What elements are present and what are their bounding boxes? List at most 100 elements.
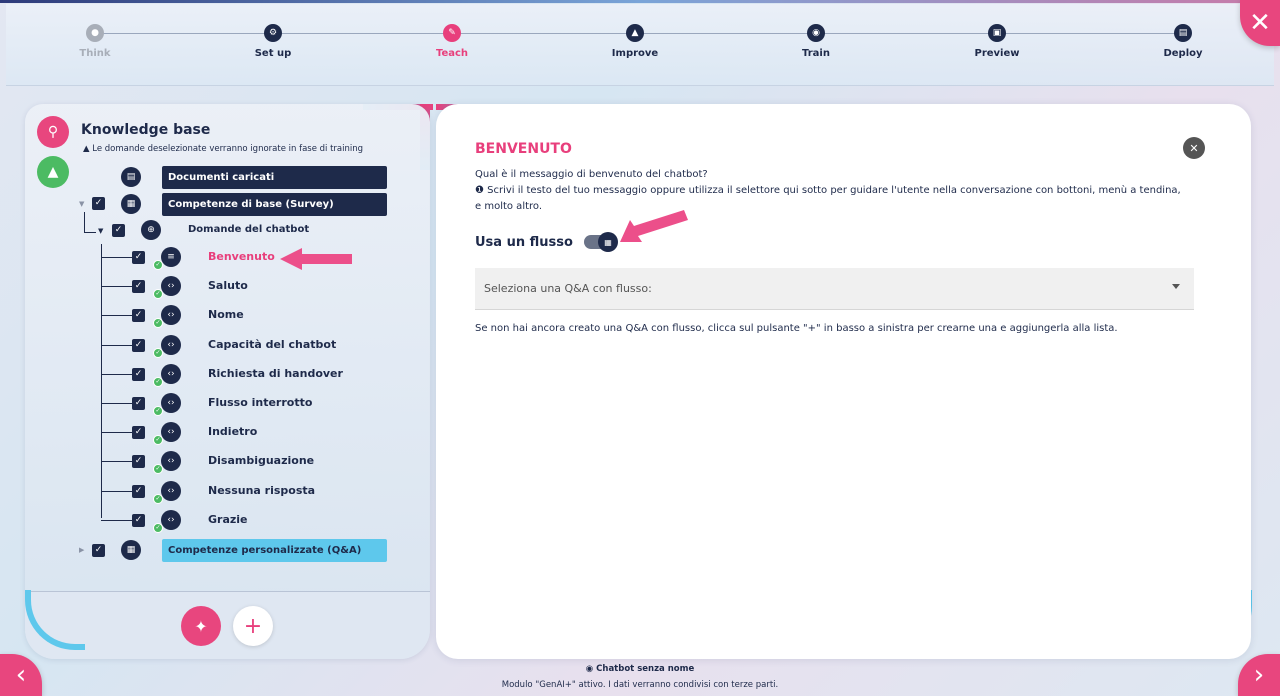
improve-icon: ▲ [626, 24, 644, 42]
check-badge-icon: ✓ [153, 377, 163, 387]
knowledge-base-title: Knowledge base [81, 122, 211, 138]
detail-panel: BENVENUTO ✕ Qual è il messaggio di benve… [436, 104, 1251, 659]
step-preview[interactable]: ▣ Preview [942, 24, 1052, 59]
code-icon: ‹› [161, 510, 181, 530]
question-item-label[interactable]: Disambiguazione [208, 454, 314, 467]
close-detail-button[interactable]: ✕ [1183, 137, 1205, 159]
flow-icon: ▦ [121, 540, 141, 560]
magic-wand-icon: ✦ [194, 616, 208, 636]
step-deploy[interactable]: ▤ Deploy [1128, 24, 1238, 59]
code-icon: ‹› [161, 393, 181, 413]
flow-icon: ▦ [121, 194, 141, 214]
tree-connector [84, 212, 85, 232]
check-badge-icon: ✓ [153, 318, 163, 328]
globe-icon: ◉ [585, 664, 594, 674]
check-badge-icon: ✓ [153, 260, 163, 270]
question-checkbox[interactable]: ✓ [132, 485, 145, 498]
magic-wand-button[interactable]: ✦ [181, 606, 221, 646]
question-checkbox[interactable]: ✓ [132, 426, 145, 439]
code-icon: ‹› [161, 422, 181, 442]
question-item-label[interactable]: Grazie [208, 513, 248, 526]
uploaded-documents-node[interactable]: Documenti caricati [162, 166, 387, 189]
close-icon: ✕ [1189, 141, 1199, 155]
question-checkbox[interactable]: ✓ [132, 368, 145, 381]
question-item-label[interactable]: Saluto [208, 279, 248, 292]
check-badge-icon: ✓ [153, 406, 163, 416]
tree-connector [101, 315, 133, 316]
step-think[interactable]: ● Think [40, 24, 150, 59]
expand-caret-icon[interactable]: ▼ [98, 227, 103, 235]
warning-icon: ▲ [83, 144, 90, 154]
annotation-arrow-icon [280, 248, 352, 270]
search-button[interactable]: ⚲ [37, 116, 69, 148]
question-item-label[interactable]: Nessuna risposta [208, 484, 315, 497]
detail-hint-cont: e molto altro. [475, 201, 543, 212]
tree-connector [101, 286, 133, 287]
tree-connector [101, 491, 133, 492]
question-checkbox[interactable]: ✓ [132, 397, 145, 410]
question-item-label[interactable]: Capacità del chatbot [208, 338, 336, 351]
code-icon: ‹› [161, 305, 181, 325]
chatbot-questions-checkbox[interactable]: ✓ [112, 224, 125, 237]
detail-info: Se non hai ancora creato una Q&A con flu… [475, 323, 1118, 334]
commit-icon: ⊕ [141, 220, 161, 240]
question-checkbox[interactable]: ✓ [132, 339, 145, 352]
detail-title: BENVENUTO [475, 141, 572, 157]
left-panel-actions: ✦ + [25, 591, 430, 659]
deploy-icon: ▤ [1174, 24, 1192, 42]
approve-button[interactable]: ▲ [37, 156, 69, 188]
collapse-caret-icon[interactable]: ▼ [79, 200, 84, 208]
code-icon: ‹› [161, 451, 181, 471]
code-icon: ‹› [161, 276, 181, 296]
base-skills-node[interactable]: Competenze di base (Survey) [162, 193, 387, 216]
step-train[interactable]: ◉ Train [761, 24, 871, 59]
footer-notice: Modulo "GenAI+" attivo. I dati verranno … [501, 680, 779, 690]
check-badge-icon: ✓ [153, 523, 163, 533]
stepper: ● Think ⚙ Set up ✎ Teach ▲ Improve ◉ Tra… [0, 0, 1280, 80]
tree-connector [101, 345, 133, 346]
chatbot-questions-node[interactable]: Domande del chatbot [188, 224, 309, 235]
close-icon: ✕ [1249, 8, 1271, 38]
question-checkbox[interactable]: ✓ [132, 251, 145, 264]
check-badge-icon: ✓ [153, 435, 163, 445]
info-icon: ❶ [475, 185, 484, 196]
knowledge-base-note: ▲ Le domande deselezionate verranno igno… [83, 144, 364, 154]
train-icon: ◉ [807, 24, 825, 42]
search-icon: ⚲ [47, 124, 59, 140]
question-item-label[interactable]: Indietro [208, 425, 257, 438]
use-flow-label: Usa un flusso [475, 235, 573, 250]
code-icon: ‹› [161, 364, 181, 384]
knowledge-base-panel: ⚲ ▲ Knowledge base ▲ Le domande deselezi… [25, 104, 430, 659]
question-item-label[interactable]: Richiesta di handover [208, 367, 343, 380]
plus-icon: + [243, 613, 263, 639]
question-checkbox[interactable]: ✓ [132, 514, 145, 527]
pencil-icon: ✎ [443, 24, 461, 42]
thumbs-up-icon: ▲ [47, 164, 59, 180]
base-skills-checkbox[interactable]: ✓ [92, 197, 105, 210]
tree-connector [101, 403, 133, 404]
question-item-label[interactable]: Benvenuto [208, 250, 275, 263]
document-icon: ▤ [121, 167, 141, 187]
code-icon: ‹› [161, 481, 181, 501]
tree-connector [101, 461, 133, 462]
tree-connector [101, 374, 133, 375]
step-improve[interactable]: ▲ Improve [580, 24, 690, 59]
gear-icon: ⚙ [264, 24, 282, 42]
text-lines-icon: ≡ [161, 247, 181, 267]
step-setup[interactable]: ⚙ Set up [218, 24, 328, 59]
custom-skills-checkbox[interactable]: ✓ [92, 544, 105, 557]
flow-qa-select[interactable]: Seleziona una Q&A con flusso: [475, 268, 1194, 310]
check-badge-icon: ✓ [153, 289, 163, 299]
tree-connector [101, 432, 133, 433]
custom-skills-node[interactable]: Competenze personalizzate (Q&A) [162, 539, 387, 562]
add-qa-button[interactable]: + [233, 606, 273, 646]
question-checkbox[interactable]: ✓ [132, 455, 145, 468]
collapse-caret-icon[interactable]: ▶ [79, 546, 84, 554]
question-item-label[interactable]: Flusso interrotto [208, 396, 312, 409]
question-checkbox[interactable]: ✓ [132, 309, 145, 322]
step-teach[interactable]: ✎ Teach [397, 24, 507, 59]
question-checkbox[interactable]: ✓ [132, 280, 145, 293]
flow-icon[interactable]: ▦ [598, 232, 618, 252]
detail-hint: ❶ Scrivi il testo del tuo messaggio oppu… [475, 185, 1181, 196]
question-item-label[interactable]: Nome [208, 308, 244, 321]
